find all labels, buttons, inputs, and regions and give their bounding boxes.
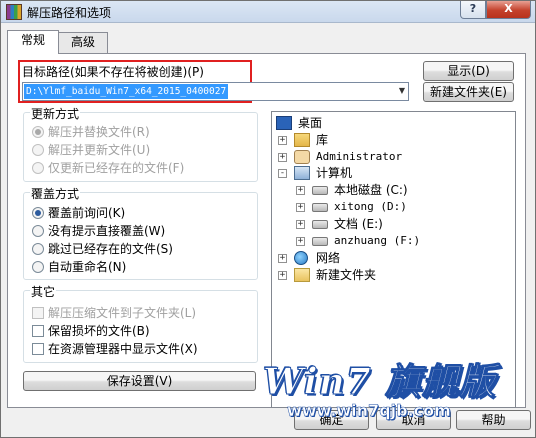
watermark-url: www.win7qjb.com [287, 401, 451, 421]
radio-label: 覆盖前询问(K) [48, 206, 126, 220]
title-bar[interactable]: 解压路径和选项 ? X [1, 1, 535, 23]
title-help-button[interactable]: ? [460, 1, 486, 19]
extract-options-dialog: 解压路径和选项 ? X 常规 高级 目标路径(如果不存在将被创建)(P) D:\… [0, 0, 536, 438]
drive-icon [312, 220, 328, 229]
window-title: 解压路径和选项 [27, 6, 112, 20]
radio-label: 自动重命名(N) [48, 260, 127, 274]
radio-label: 解压并更新文件(U) [48, 143, 151, 157]
close-button[interactable]: X [486, 1, 531, 19]
computer-icon [294, 166, 310, 180]
radio-circle-icon[interactable] [32, 224, 44, 237]
tree-item-label: xitong (D:) [334, 200, 407, 213]
target-path-combobox[interactable]: D:\Ylmf_baidu_Win7_x64_2015_0400027 ▼ [22, 82, 409, 101]
checkbox-icon[interactable] [32, 306, 44, 319]
system-drive-icon [312, 186, 328, 195]
new-folder-button[interactable]: 新建文件夹(E) [423, 82, 514, 102]
expand-icon[interactable]: + [296, 220, 305, 229]
checkbox-label: 解压压缩文件到子文件夹(L) [48, 306, 197, 320]
tree-item-label: 库 [316, 133, 329, 147]
library-icon [294, 133, 310, 147]
tree-item-label: 计算机 [316, 166, 353, 180]
tab-general[interactable]: 常规 [7, 30, 59, 54]
tab-advanced[interactable]: 高级 [58, 32, 108, 53]
radio-label: 仅更新已经存在的文件(F) [48, 161, 185, 175]
checkbox-label: 保留损坏的文件(B) [48, 324, 150, 338]
watermark-logo: Win7 旗舰版 [262, 361, 497, 404]
tree-item-label: 新建文件夹 [316, 268, 377, 282]
radio-circle-icon[interactable] [32, 143, 44, 156]
user-folder-icon [294, 150, 310, 164]
radio-circle-icon[interactable] [32, 125, 44, 138]
expand-icon[interactable]: + [296, 186, 305, 195]
folder-icon [294, 268, 310, 282]
drive-icon [312, 237, 328, 246]
radio-label: 没有提示直接覆盖(W) [48, 224, 166, 238]
expand-icon[interactable]: + [278, 153, 287, 162]
collapse-icon[interactable]: - [278, 169, 287, 178]
tree-item-label: 本地磁盘 (C:) [334, 183, 408, 197]
help-button[interactable]: 帮助 [456, 410, 531, 430]
tree-item-label: 桌面 [298, 116, 323, 130]
winrar-app-icon [6, 4, 22, 20]
radio-label: 解压并替换文件(R) [48, 125, 150, 139]
radio-skip-existing[interactable]: 跳过已经存在的文件(S) [32, 241, 173, 257]
radio-circle-icon[interactable] [32, 260, 44, 273]
radio-circle-icon[interactable] [32, 206, 44, 219]
target-path-label: 目标路径(如果不存在将被创建)(P) [22, 65, 204, 79]
checkbox-keep-broken-files[interactable]: 保留损坏的文件(B) [32, 323, 150, 339]
expand-icon[interactable]: + [278, 136, 287, 145]
checkbox-icon[interactable] [32, 342, 44, 355]
checkbox-extract-to-subfolder[interactable]: 解压压缩文件到子文件夹(L) [32, 305, 196, 321]
other-options-title: 其它 [30, 283, 57, 300]
overwrite-mode-title: 覆盖方式 [30, 185, 81, 202]
show-button[interactable]: 显示(D) [423, 61, 514, 81]
radio-label: 跳过已经存在的文件(S) [48, 242, 173, 256]
radio-extract-replace[interactable]: 解压并替换文件(R) [32, 124, 150, 140]
drive-icon [312, 203, 328, 212]
tree-item-label: 文档 (E:) [334, 217, 383, 231]
radio-ask-before-overwrite[interactable]: 覆盖前询问(K) [32, 205, 125, 221]
desktop-icon [276, 116, 292, 130]
network-icon [294, 251, 308, 265]
dropdown-arrow-icon[interactable]: ▼ [399, 86, 405, 95]
expand-icon[interactable]: + [296, 203, 305, 212]
expand-icon[interactable]: + [296, 237, 305, 246]
tree-item-label: 网络 [316, 251, 341, 265]
save-settings-button[interactable]: 保存设置(V) [23, 371, 256, 391]
radio-extract-update[interactable]: 解压并更新文件(U) [32, 142, 150, 158]
radio-update-existing[interactable]: 仅更新已经存在的文件(F) [32, 160, 184, 176]
radio-circle-icon[interactable] [32, 242, 44, 255]
radio-auto-rename[interactable]: 自动重命名(N) [32, 259, 126, 275]
update-mode-title: 更新方式 [30, 105, 81, 122]
radio-circle-icon[interactable] [32, 161, 44, 174]
checkbox-icon[interactable] [32, 324, 44, 337]
target-path-value[interactable]: D:\Ylmf_baidu_Win7_x64_2015_0400027 [22, 83, 230, 100]
tree-item-label: anzhuang (F:) [334, 234, 421, 247]
expand-icon[interactable]: + [278, 254, 287, 263]
checkbox-show-in-explorer[interactable]: 在资源管理器中显示文件(X) [32, 341, 198, 357]
checkbox-label: 在资源管理器中显示文件(X) [48, 342, 198, 356]
radio-overwrite-without-prompt[interactable]: 没有提示直接覆盖(W) [32, 223, 165, 239]
expand-icon[interactable]: + [278, 271, 287, 280]
